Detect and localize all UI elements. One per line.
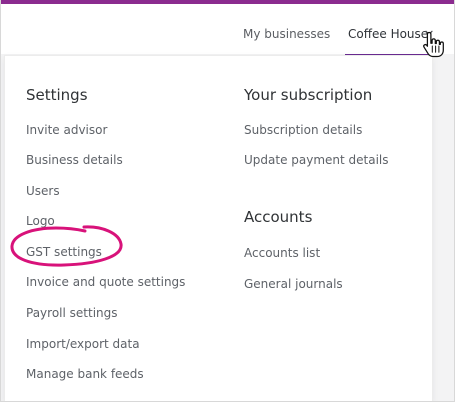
import-export-data-link[interactable]: Import/export data bbox=[26, 337, 140, 352]
general-journals-link[interactable]: General journals bbox=[244, 277, 343, 292]
manage-bank-feeds-link[interactable]: Manage bank feeds bbox=[26, 367, 144, 382]
update-payment-details-link[interactable]: Update payment details bbox=[244, 153, 389, 168]
users-link[interactable]: Users bbox=[26, 184, 60, 199]
chevron-down-icon[interactable] bbox=[425, 29, 433, 37]
business-settings-dropdown: Settings Invite advisor Business details… bbox=[5, 56, 432, 401]
logo-link[interactable]: Logo bbox=[26, 214, 55, 229]
your-subscription-heading: Your subscription bbox=[244, 86, 373, 104]
accounts-list-link[interactable]: Accounts list bbox=[244, 246, 320, 261]
business-menu-window: My businesses Coffee House Settings Invi… bbox=[0, 0, 455, 402]
current-business-menu-button[interactable]: Coffee House bbox=[348, 26, 428, 42]
my-businesses-link[interactable]: My businesses bbox=[243, 26, 330, 42]
subscription-details-link[interactable]: Subscription details bbox=[244, 123, 362, 138]
settings-heading: Settings bbox=[26, 86, 88, 104]
business-details-link[interactable]: Business details bbox=[26, 153, 123, 168]
invoice-and-quote-settings-link[interactable]: Invoice and quote settings bbox=[26, 275, 185, 290]
gst-settings-link[interactable]: GST settings bbox=[26, 245, 102, 260]
payroll-settings-link[interactable]: Payroll settings bbox=[26, 306, 118, 321]
invite-advisor-link[interactable]: Invite advisor bbox=[26, 123, 107, 138]
top-navigation: My businesses Coffee House bbox=[1, 4, 454, 54]
accounts-heading: Accounts bbox=[244, 208, 313, 226]
